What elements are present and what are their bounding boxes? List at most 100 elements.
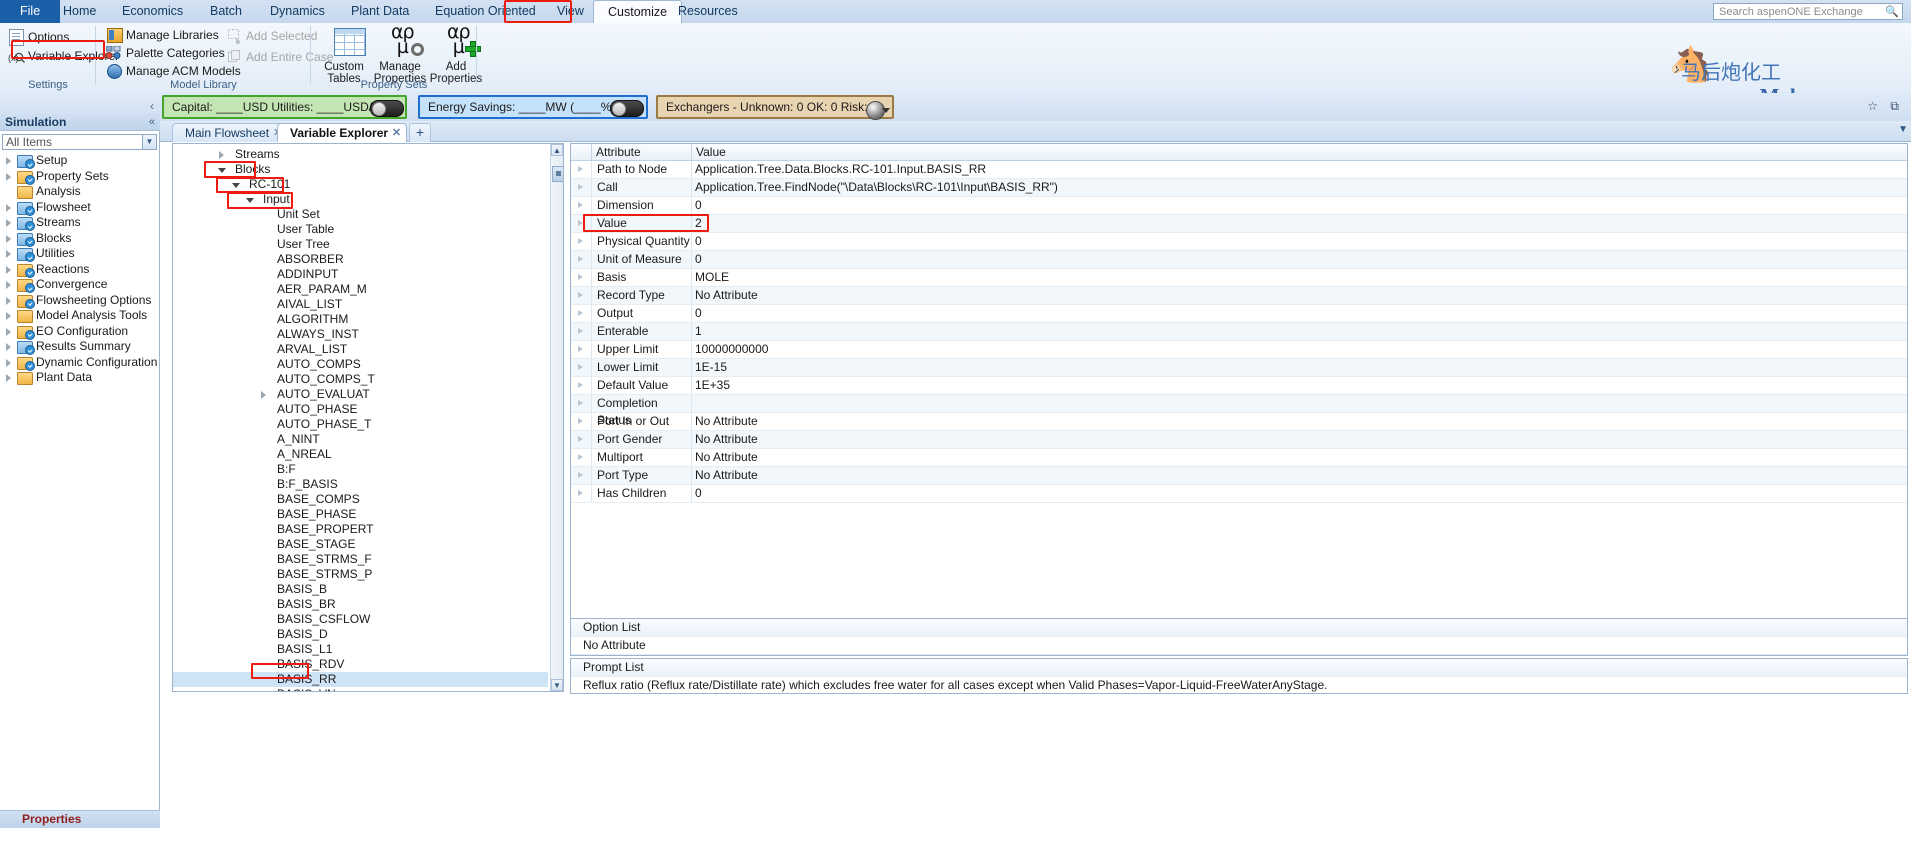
tree-node-basis-rr[interactable]: BASIS_RR [173,672,548,687]
column-header-attribute[interactable]: Attribute [592,144,696,160]
row-expander-icon[interactable] [578,256,583,262]
tree-node-arval-list[interactable]: ARVAL_LIST [173,342,548,357]
table-row[interactable]: Value 2 [571,215,1907,233]
tab-resources[interactable]: Resources [664,0,752,23]
scroll-thumb[interactable] [552,166,563,182]
tree-node-user-table[interactable]: User Table [173,222,548,237]
table-row[interactable]: Call Application.Tree.FindNode("\Data\Blo… [571,179,1907,197]
tree-node-streams[interactable]: Streams [173,147,548,162]
row-expander-icon[interactable] [578,238,583,244]
nav-bottom-bar[interactable]: Properties [0,810,160,828]
sidebar-item-dynamic-configuration[interactable]: Dynamic Configuration [0,355,160,371]
row-expander-icon[interactable] [578,292,583,298]
column-header-value[interactable]: Value [692,144,726,160]
table-row[interactable]: Basis MOLE [571,269,1907,287]
tab-view[interactable]: View [543,0,598,23]
row-expander-icon[interactable] [578,274,583,280]
tree-node-a-nint[interactable]: A_NINT [173,432,548,447]
expander-icon[interactable] [6,219,11,227]
sidebar-item-reactions[interactable]: Reactions [0,262,160,278]
table-row[interactable]: Upper Limit 10000000000 [571,341,1907,359]
doctab-variable-explorer[interactable]: Variable Explorer ✕ [277,123,408,142]
tree-node-a-nreal[interactable]: A_NREAL [173,447,548,462]
table-row[interactable]: Physical Quantity 0 [571,233,1907,251]
tab-equation-oriented[interactable]: Equation Oriented [421,0,550,23]
tab-home[interactable]: Home [49,0,110,23]
tree-node-basis-vn[interactable]: BASIS_VN [173,687,548,691]
new-tab-button[interactable]: + [409,123,431,142]
tree-node-blocks[interactable]: Blocks [173,162,548,177]
tree-node-always-inst[interactable]: ALWAYS_INST [173,327,548,342]
expander-icon[interactable] [6,203,11,212]
tree-scrollbar[interactable]: ▲ ▼ [550,144,563,691]
expander-icon[interactable] [6,172,11,181]
expander-icon[interactable] [6,358,11,367]
expander-icon[interactable] [6,374,11,382]
tree-node-auto-phase-t[interactable]: AUTO_PHASE_T [173,417,548,432]
palette-categories-button[interactable]: Palette Categories [104,44,225,62]
table-row[interactable]: Enterable 1 [571,323,1907,341]
tree-node-base-strms-f[interactable]: BASE_STRMS_F [173,552,548,567]
row-expander-icon[interactable] [578,220,583,226]
sidebar-item-setup[interactable]: Setup [0,153,160,169]
row-expander-icon[interactable] [578,454,583,460]
expander-icon[interactable] [6,327,11,336]
row-expander-icon[interactable] [578,418,583,424]
tab-economics[interactable]: Economics [108,0,197,23]
tab-dynamics[interactable]: Dynamics [256,0,339,23]
collapse-icon[interactable] [218,168,226,173]
table-row[interactable]: Multiport No Attribute [571,449,1907,467]
sidebar-item-flowsheeting-options[interactable]: Flowsheeting Options [0,293,160,309]
expander-icon[interactable] [6,265,11,274]
chevron-down-icon-strip[interactable]: ▼ [1898,124,1908,135]
tab-plant-data[interactable]: Plant Data [337,0,423,23]
minimize-icon[interactable]: ☆ [1867,99,1878,113]
row-expander-icon[interactable] [578,436,583,442]
tree-node-user-tree[interactable]: User Tree [173,237,548,252]
expander-icon[interactable] [219,151,224,159]
tree-node-base-phase[interactable]: BASE_PHASE [173,507,548,522]
chevron-down-icon[interactable]: ▼ [142,135,156,149]
economics-toggle[interactable] [370,100,404,117]
tree-node-b-f[interactable]: B:F [173,462,548,477]
tree-node-aival-list[interactable]: AIVAL_LIST [173,297,548,312]
sidebar-item-model-analysis-tools[interactable]: Model Analysis Tools [0,308,160,324]
tree-node-rc-101[interactable]: RC-101 [173,177,548,192]
collapse-nav-icon[interactable]: ‹ [150,99,154,113]
tree-node-auto-comps[interactable]: AUTO_COMPS [173,357,548,372]
expander-icon[interactable] [261,391,266,399]
tree-node-basis-csflow[interactable]: BASIS_CSFLOW [173,612,548,627]
sidebar-item-eo-configuration[interactable]: EO Configuration [0,324,160,340]
tab-batch[interactable]: Batch [196,0,256,23]
tree-node-auto-phase[interactable]: AUTO_PHASE [173,402,548,417]
tree-node-unit-set[interactable]: Unit Set [173,207,548,222]
tree-node-algorithm[interactable]: ALGORITHM [173,312,548,327]
attribute-grid-panel[interactable]: Attribute Value Path to Node Application.… [570,143,1908,626]
tree-node-basis-b[interactable]: BASIS_B [173,582,548,597]
row-expander-icon[interactable] [578,184,583,190]
tree-node-auto-evaluat[interactable]: AUTO_EVALUAT [173,387,548,402]
tree-node-absorber[interactable]: ABSORBER [173,252,548,267]
table-row[interactable]: Unit of Measure 0 [571,251,1907,269]
sidebar-item-analysis[interactable]: Analysis [0,184,160,200]
table-row[interactable]: Port Type No Attribute [571,467,1907,485]
sidebar-item-utilities[interactable]: Utilities [0,246,160,262]
tree-node-base-propert[interactable]: BASE_PROPERT [173,522,548,537]
collapse-icon[interactable] [232,183,240,188]
search-input[interactable]: Search aspenONE Exchange [1713,3,1903,20]
expander-icon[interactable] [6,343,11,351]
energy-toggle[interactable] [610,100,644,117]
tree-node-aer-param-m[interactable]: AER_PARAM_M [173,282,548,297]
table-row[interactable]: Completion Status [571,395,1907,427]
table-row[interactable]: Port Gender No Attribute [571,431,1907,449]
sidebar-item-results-summary[interactable]: Results Summary [0,339,160,355]
scroll-up-icon[interactable]: ▲ [551,144,563,156]
table-row[interactable]: Lower Limit 1E-15 [571,359,1907,377]
expander-icon[interactable] [6,157,11,165]
tree-node-auto-comps-t[interactable]: AUTO_COMPS_T [173,372,548,387]
tree-node-addinput[interactable]: ADDINPUT [173,267,548,282]
row-expander-icon[interactable] [578,400,583,406]
expander-icon[interactable] [6,281,11,289]
manage-acm-models-button[interactable]: Manage ACM Models [104,62,241,80]
tree-node-base-strms-p[interactable]: BASE_STRMS_P [173,567,548,582]
